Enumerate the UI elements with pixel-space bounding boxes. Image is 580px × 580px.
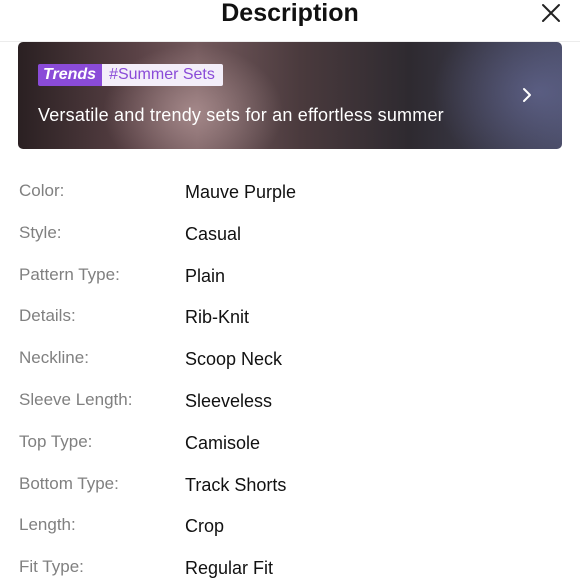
attribute-row: Bottom Type: Track Shorts: [0, 463, 580, 505]
attribute-value: Mauve Purple: [185, 182, 297, 202]
attribute-label: Top Type:: [19, 431, 93, 451]
attribute-row: Fit Type: Regular Fit: [0, 546, 580, 580]
close-button[interactable]: [536, 0, 566, 26]
attribute-value: Camisole: [185, 432, 261, 453]
attribute-row: Neckline: Scoop Neck: [0, 337, 580, 379]
attribute-list: Color: Mauve Purple Style: Casual Patter…: [0, 170, 580, 580]
attribute-value: Rib-Knit: [185, 307, 250, 328]
attribute-value: Track Shorts: [185, 474, 287, 495]
attribute-value: Scoop Neck: [185, 349, 283, 370]
attribute-label: Color:: [19, 181, 65, 200]
attribute-label: Sleeve Length:: [19, 389, 133, 409]
trends-banner[interactable]: Trends #Summer Sets Versatile and trendy…: [18, 42, 562, 149]
close-icon: [542, 4, 560, 22]
attribute-value: Crop: [185, 516, 225, 537]
attribute-value: Sleeveless: [185, 390, 273, 411]
attribute-value: Casual: [185, 223, 242, 244]
attribute-row: Sleeve Length: Sleeveless: [0, 379, 580, 421]
description-sheet: Description Trends #Summer Sets Versatil…: [0, 0, 580, 580]
attribute-row: Length: Crop: [0, 504, 580, 546]
trends-logo: Trends: [38, 64, 103, 86]
attribute-label: Fit Type:: [19, 557, 84, 577]
attribute-label: Neckline:: [19, 348, 89, 368]
attribute-label: Pattern Type:: [19, 264, 120, 284]
page-title: Description: [221, 0, 359, 27]
attribute-label: Style:: [19, 222, 62, 242]
attribute-row: Top Type: Camisole: [0, 421, 580, 463]
attribute-row: Style: Casual: [0, 212, 580, 254]
attribute-row: Color: Mauve Purple: [0, 170, 580, 212]
attribute-label: Bottom Type:: [19, 473, 119, 493]
attribute-row: Details: Rib-Knit: [0, 295, 580, 337]
sheet-header: Description: [0, 0, 580, 42]
trend-tag: #Summer Sets: [102, 64, 223, 86]
attribute-label: Details:: [19, 306, 76, 326]
attribute-row: Pattern Type: Plain: [0, 254, 580, 296]
trends-badge: Trends #Summer Sets: [38, 64, 223, 86]
attribute-value: Plain: [185, 265, 226, 286]
chevron-right-icon: [523, 88, 531, 102]
banner-text: Versatile and trendy sets for an effortl…: [38, 105, 444, 125]
attribute-label: Length:: [19, 515, 76, 535]
attribute-value: Regular Fit: [185, 558, 274, 579]
